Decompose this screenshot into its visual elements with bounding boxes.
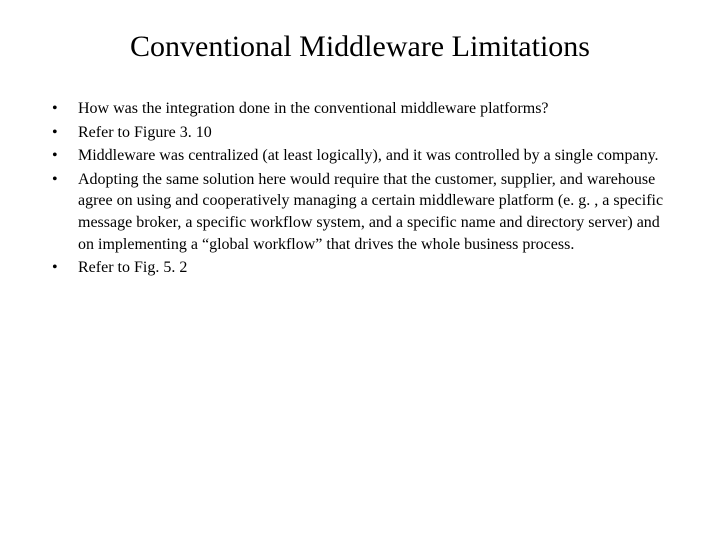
list-item: • Middleware was centralized (at least l… — [50, 145, 670, 167]
bullet-text: Refer to Figure 3. 10 — [78, 122, 670, 144]
bullet-text: Refer to Fig. 5. 2 — [78, 257, 670, 279]
bullet-text: How was the integration done in the conv… — [78, 98, 670, 120]
bullet-icon: • — [50, 257, 78, 279]
bullet-icon: • — [50, 122, 78, 144]
bullet-icon: • — [50, 145, 78, 167]
bullet-icon: • — [50, 169, 78, 191]
bullet-list: • How was the integration done in the co… — [50, 98, 670, 279]
slide-title: Conventional Middleware Limitations — [50, 30, 670, 64]
bullet-text: Middleware was centralized (at least log… — [78, 145, 670, 167]
bullet-icon: • — [50, 98, 78, 120]
list-item: • Adopting the same solution here would … — [50, 169, 670, 255]
slide: Conventional Middleware Limitations • Ho… — [0, 0, 720, 540]
list-item: • How was the integration done in the co… — [50, 98, 670, 120]
list-item: • Refer to Fig. 5. 2 — [50, 257, 670, 279]
list-item: • Refer to Figure 3. 10 — [50, 122, 670, 144]
bullet-text: Adopting the same solution here would re… — [78, 169, 670, 255]
